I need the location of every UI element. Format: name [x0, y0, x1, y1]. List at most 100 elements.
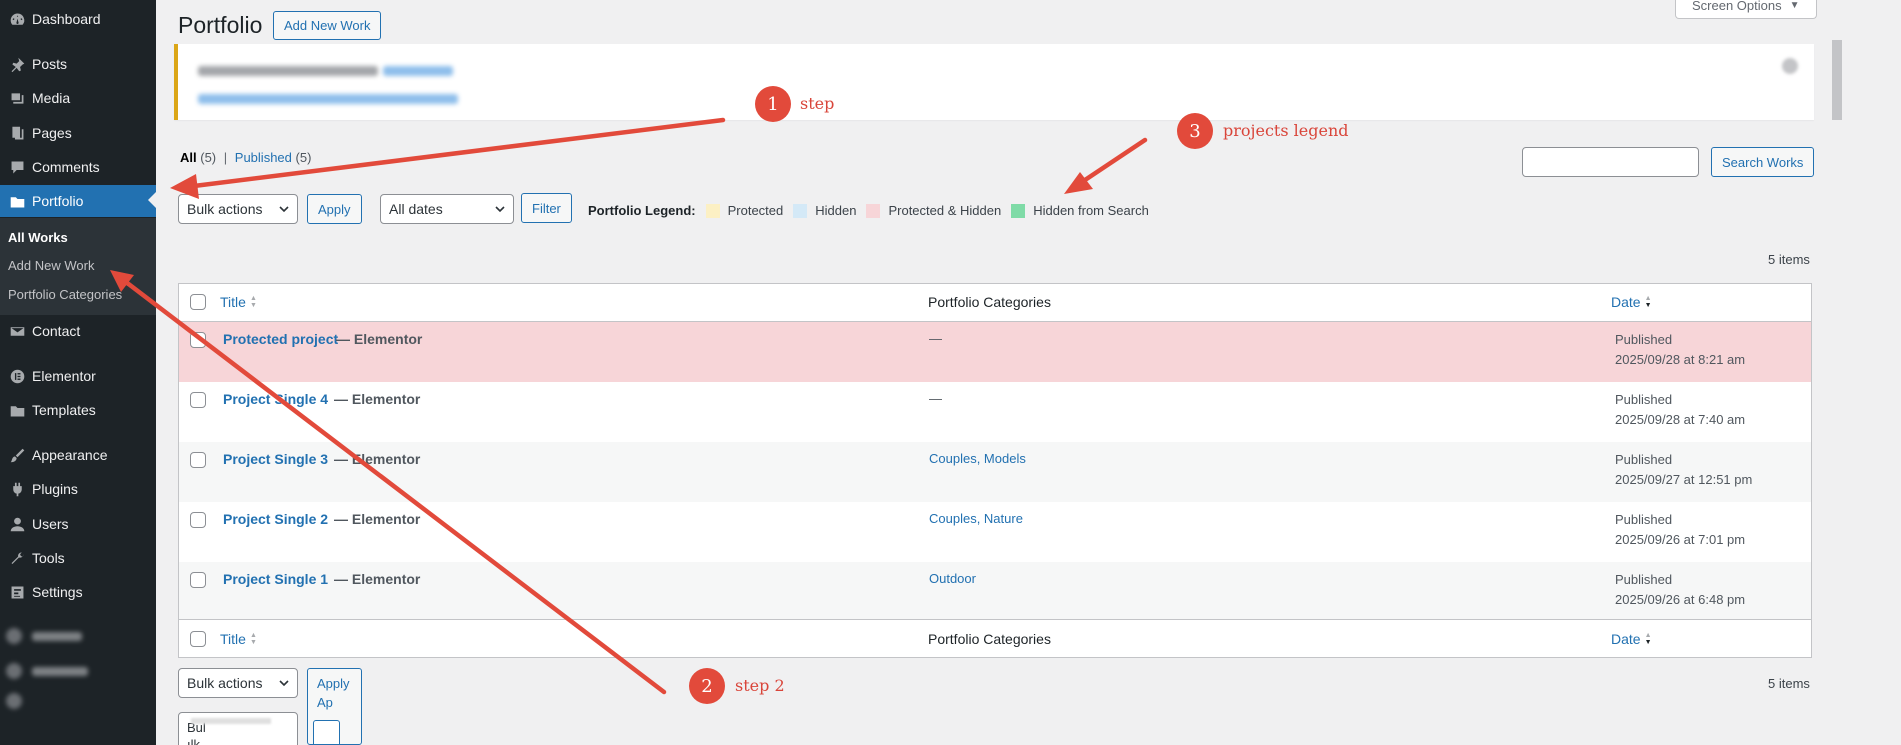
row-checkbox[interactable]: [190, 392, 206, 408]
column-title-sort[interactable]: Title ▲ ▼: [220, 631, 257, 647]
column-date-sort[interactable]: Date ▲ ▼: [1611, 294, 1652, 310]
select-all-checkbox[interactable]: [190, 631, 206, 647]
menu-plugins[interactable]: Plugins: [0, 474, 156, 504]
admin-notice: [174, 44, 1814, 120]
items-count-bottom: 5 items: [1768, 676, 1810, 691]
bulk-actions-select-bottom[interactable]: Bulk actions: [178, 668, 298, 698]
menu-media[interactable]: Media: [0, 83, 156, 113]
legend-label: Protected: [727, 203, 784, 218]
table-row: Project Single 4 — Elementor — Published…: [179, 382, 1811, 442]
admin-sidebar: Dashboard Posts Media Pages Comments Por…: [0, 0, 157, 745]
view-all[interactable]: All: [180, 150, 197, 165]
select-all-checkbox[interactable]: [190, 294, 206, 310]
annotation-label-3: projects legend: [1223, 121, 1349, 140]
row-categories-links[interactable]: Couples, Models: [929, 451, 1026, 466]
menu-label: Pages: [32, 125, 72, 141]
menu-label: Tools: [32, 550, 65, 566]
table-row: Project Single 3 — Elementor Couples, Mo…: [179, 442, 1811, 502]
menu-pages[interactable]: Pages: [0, 118, 156, 148]
screen-options-toggle[interactable]: Screen Options ▼: [1675, 0, 1817, 19]
menu-label: Appearance: [32, 447, 108, 463]
submenu-all-works[interactable]: All Works: [8, 230, 68, 245]
apply-ghost-button: [313, 720, 340, 744]
menu-label: Portfolio: [32, 193, 84, 209]
items-count-top: 5 items: [1768, 252, 1810, 267]
menu-label: Plugins: [32, 481, 78, 497]
chevron-down-icon: [279, 206, 289, 213]
menu-appearance[interactable]: Appearance: [0, 440, 156, 470]
row-categories: —: [929, 331, 942, 346]
menu-label: Media: [32, 90, 71, 106]
menu-comments[interactable]: Comments: [0, 152, 156, 182]
filter-button[interactable]: Filter: [521, 193, 572, 223]
row-title-link[interactable]: Project Single 2: [223, 511, 328, 527]
menu-users[interactable]: Users: [0, 509, 156, 539]
add-new-work-button[interactable]: Add New Work: [273, 11, 382, 40]
row-date-value: 2025/09/27 at 12:51 pm: [1615, 472, 1753, 487]
row-checkbox[interactable]: [190, 452, 206, 468]
bulk-actions-select[interactable]: Bulk actions: [178, 194, 298, 224]
menu-label: Dashboard: [32, 11, 101, 27]
submenu-add-new-work[interactable]: Add New Work: [8, 258, 94, 273]
menu-tools[interactable]: Tools: [0, 543, 156, 573]
column-date-sort[interactable]: Date ▲ ▼: [1611, 631, 1652, 647]
sort-icon: ▲ ▼: [1644, 632, 1652, 646]
apply-label: Apply: [317, 676, 350, 691]
menu-templates[interactable]: Templates: [0, 395, 156, 425]
search-works-button[interactable]: Search Works: [1711, 147, 1815, 177]
portfolio-legend: Portfolio Legend: Protected Hidden Prote…: [588, 203, 1153, 218]
menu-posts[interactable]: Posts: [0, 49, 156, 79]
comments-icon: [0, 159, 32, 176]
apply-label-overflow: Ap: [317, 695, 333, 710]
row-date: Published 2025/09/27 at 12:51 pm: [1615, 450, 1752, 490]
dates-select[interactable]: All dates: [380, 194, 514, 224]
apply-button-bottom[interactable]: Apply Ap: [307, 668, 362, 745]
row-post-state: — Elementor: [334, 571, 421, 587]
menu-contact[interactable]: Contact: [0, 316, 156, 346]
apply-button[interactable]: Apply: [307, 194, 362, 224]
bulk-actions-value: Bulk actions: [187, 675, 263, 691]
menu-label: Users: [32, 516, 69, 532]
row-title-link[interactable]: Project Single 1: [223, 571, 328, 587]
folder-icon: [0, 402, 32, 419]
row-title-link[interactable]: Project Single 4: [223, 391, 328, 407]
bulk-dropdown-ghost: Bul ılk: [178, 712, 298, 745]
menu-settings[interactable]: Settings: [0, 577, 156, 607]
row-title-link[interactable]: Protected project: [223, 331, 338, 347]
ghost-text: ılk: [187, 737, 200, 745]
row-categories-links[interactable]: Couples, Nature: [929, 511, 1023, 526]
row-checkbox[interactable]: [190, 332, 206, 348]
annotation-badge-2: 2: [689, 668, 725, 704]
menu-label: Templates: [32, 402, 96, 418]
sort-icon: ▲ ▼: [1644, 295, 1652, 309]
column-title-label: Title: [220, 631, 246, 647]
works-table: Title ▲ ▼ Portfolio Categories Date ▲ ▼ Prot…: [178, 283, 1812, 658]
annotation-label-2: step 2: [735, 676, 785, 695]
row-date: Published 2025/09/28 at 7:40 am: [1615, 390, 1745, 430]
row-checkbox[interactable]: [190, 572, 206, 588]
submenu-portfolio-categories[interactable]: Portfolio Categories: [8, 287, 122, 302]
row-categories-links[interactable]: Outdoor: [929, 571, 976, 586]
menu-elementor[interactable]: Elementor: [0, 361, 156, 391]
annotation-label-1: step: [800, 94, 835, 113]
sort-icon: ▲ ▼: [249, 632, 257, 646]
legend-label: Hidden from Search: [1033, 203, 1149, 218]
annotation-badge-1: 1: [755, 86, 791, 122]
view-published[interactable]: Published: [235, 150, 292, 165]
chevron-down-icon: [495, 206, 505, 213]
annotation-badge-3: 3: [1177, 113, 1213, 149]
row-title-link[interactable]: Project Single 3: [223, 451, 328, 467]
bulk-actions-value: Bulk actions: [187, 201, 263, 217]
row-date-value: 2025/09/26 at 7:01 pm: [1615, 532, 1746, 547]
column-title-sort[interactable]: Title ▲ ▼: [220, 294, 257, 310]
menu-portfolio[interactable]: Portfolio: [0, 185, 156, 217]
portfolio-submenu: All Works Add New Work Portfolio Categor…: [0, 218, 156, 315]
wrench-icon: [0, 550, 32, 567]
column-title-label: Title: [220, 294, 246, 310]
row-checkbox[interactable]: [190, 512, 206, 528]
table-header: Title ▲ ▼ Portfolio Categories Date ▲ ▼: [179, 284, 1811, 322]
dismiss-icon[interactable]: [1782, 58, 1798, 74]
menu-dashboard[interactable]: Dashboard: [0, 4, 156, 34]
search-works-input[interactable]: [1522, 147, 1699, 177]
row-date: Published 2025/09/26 at 6:48 pm: [1615, 570, 1745, 610]
